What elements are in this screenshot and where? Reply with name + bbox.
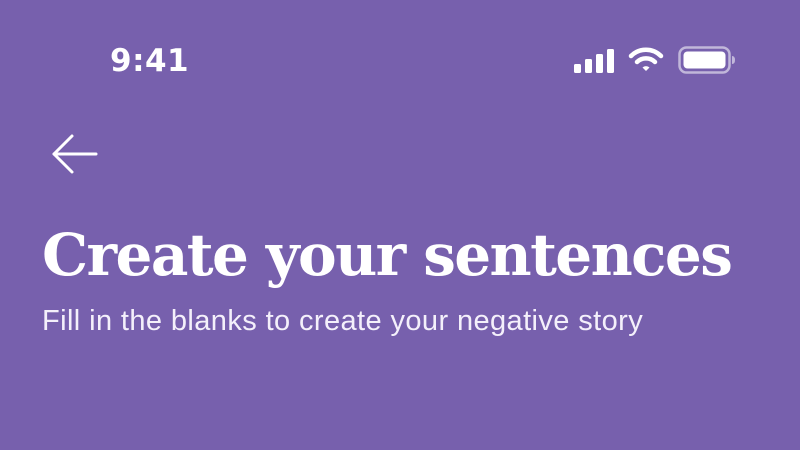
back-button[interactable]	[46, 128, 102, 180]
page-subtitle: Fill in the blanks to create your negati…	[42, 305, 644, 337]
status-bar: 9:41	[0, 0, 800, 110]
status-time: 9:41	[110, 43, 190, 79]
wifi-icon	[628, 47, 664, 71]
arrow-left-icon	[52, 134, 98, 174]
page-title: Create your sentences	[42, 221, 733, 289]
battery-icon	[678, 46, 735, 74]
cellular-signal-icon	[574, 49, 614, 73]
